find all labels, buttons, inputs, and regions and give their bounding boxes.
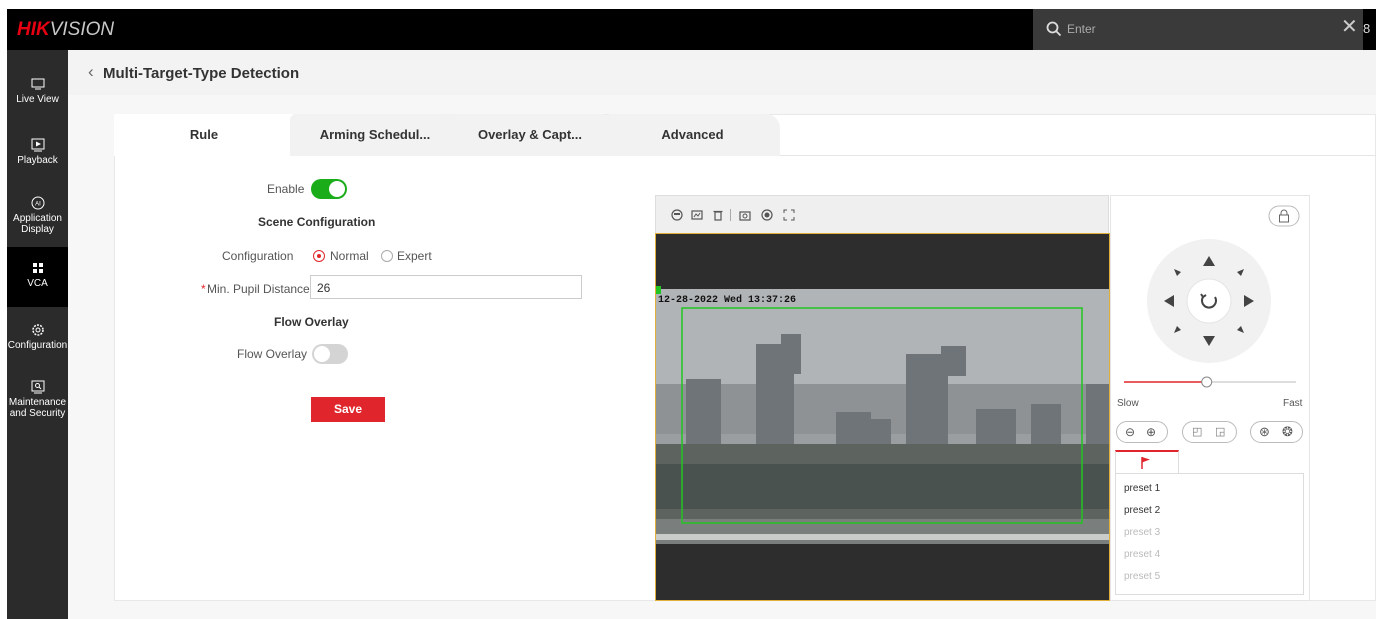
svg-text:AI: AI — [35, 202, 41, 208]
user-icon[interactable]: 8 — [1363, 21, 1370, 36]
live-video[interactable]: 12-28-2022 Wed 13:37:26 — [655, 233, 1110, 601]
focus-button-group: ◰ ◲ — [1182, 421, 1237, 443]
pupil-distance-label: Min. Pupil Distance — [207, 282, 310, 296]
sidebar-item-label-line1: Maintenance — [8, 397, 67, 408]
sidebar-item-label-line2: and Security — [9, 408, 66, 419]
preset-item[interactable]: preset 1 — [1124, 483, 1160, 494]
video-timestamp: 12-28-2022 Wed 13:37:26 — [658, 294, 796, 306]
logo-hik: HIK — [17, 19, 50, 40]
search-box[interactable]: Enter ✕ — [1033, 9, 1363, 50]
app-window: HIKVISION Enter ✕ 8 Live View Playback A… — [0, 0, 1376, 619]
sidebar-item-application-display[interactable]: AI Application Display — [7, 195, 68, 235]
focus-far-icon[interactable]: ◲ — [1215, 425, 1225, 438]
sidebar-item-label-line2: Display — [21, 224, 54, 235]
ptz-joystick[interactable] — [1144, 236, 1274, 366]
back-chevron-icon[interactable]: ‹ — [88, 62, 94, 82]
tab-overlay-capture[interactable]: Overlay & Capt... — [445, 114, 615, 156]
grid-icon — [32, 263, 43, 273]
flow-overlay-toggle[interactable] — [312, 344, 348, 364]
page-header: ‹ Multi-Target-Type Detection — [68, 50, 1376, 95]
iris-open-icon[interactable]: ⊛ — [1259, 424, 1270, 440]
play-icon — [31, 138, 44, 152]
tab-label: Overlay & Capt... — [477, 127, 583, 142]
close-icon[interactable]: ✕ — [1341, 17, 1358, 37]
required-mark: * — [201, 282, 206, 296]
fullscreen-icon[interactable] — [782, 208, 796, 222]
sidebar-item-maintenance[interactable]: Maintenance and Security — [7, 379, 68, 419]
preset-item[interactable]: preset 5 — [1124, 571, 1160, 582]
flow-overlay-title: Flow Overlay — [274, 315, 349, 329]
speed-slow-label: Slow — [1117, 398, 1139, 409]
speed-slider[interactable] — [1124, 375, 1296, 389]
scene-config-title: Scene Configuration — [258, 215, 376, 229]
left-margin — [0, 0, 7, 619]
preset-item[interactable]: preset 2 — [1124, 505, 1160, 516]
search-input[interactable]: Enter — [1067, 22, 1096, 36]
sidebar-item-label: Live View — [16, 94, 59, 105]
zoom-in-icon[interactable]: ⊕ — [1146, 425, 1156, 439]
preset-list: preset 1 preset 2 preset 3 preset 4 pres… — [1115, 473, 1304, 595]
radio-expert[interactable] — [381, 250, 393, 262]
sidebar-item-configuration[interactable]: Configuration — [7, 322, 68, 351]
flag-icon — [1141, 457, 1150, 469]
zoom-out-icon[interactable]: ⊖ — [1125, 425, 1135, 439]
tab-label: Advanced — [661, 127, 724, 142]
lock-button[interactable] — [1268, 205, 1300, 227]
tab-advanced[interactable]: Advanced — [605, 114, 780, 156]
tab-divider — [780, 155, 1376, 156]
tab-label: Rule — [189, 127, 219, 142]
sidebar-item-label: Configuration — [7, 340, 68, 351]
preset-item[interactable]: preset 3 — [1124, 527, 1160, 538]
radio-expert-label: Expert — [397, 249, 432, 263]
sidebar-item-playback[interactable]: Playback — [7, 137, 68, 166]
tab-label: Arming Schedul... — [319, 127, 431, 142]
sidebar-item-label-line1: Application — [13, 213, 62, 224]
zoom-button-group: ⊖ ⊕ — [1116, 421, 1168, 443]
focus-near-icon[interactable]: ◰ — [1192, 425, 1202, 438]
enable-toggle[interactable] — [311, 179, 347, 199]
preset-tab[interactable] — [1115, 450, 1179, 474]
top-bar: HIKVISION Enter ✕ 8 — [7, 9, 1376, 50]
radio-normal-label: Normal — [330, 249, 369, 263]
face-icon[interactable] — [670, 208, 684, 222]
gear-icon — [31, 324, 44, 336]
radio-normal[interactable] — [313, 250, 325, 262]
iris-close-icon[interactable]: ❂ — [1282, 424, 1293, 440]
trash-icon[interactable] — [711, 208, 725, 222]
ai-icon: AI — [31, 196, 44, 210]
toggle-knob — [329, 181, 345, 197]
speed-slider-knob[interactable] — [1201, 376, 1213, 388]
sidebar-item-label: VCA — [27, 278, 48, 289]
iris-button-group: ⊛ ❂ — [1250, 421, 1303, 443]
tab-rule[interactable]: Rule — [114, 114, 294, 156]
toolbar-divider — [730, 209, 731, 221]
toggle-knob — [314, 346, 330, 362]
search-icon — [1046, 21, 1062, 37]
preset-item[interactable]: preset 4 — [1124, 549, 1160, 560]
pupil-distance-input[interactable]: 26 — [310, 275, 582, 299]
monitor-icon — [31, 78, 44, 90]
configuration-label: Configuration — [222, 249, 294, 263]
maintenance-icon — [31, 380, 44, 394]
sidebar-item-label: Playback — [17, 155, 58, 166]
hikvision-logo: HIKVISION — [17, 19, 114, 41]
enable-label: Enable — [267, 182, 305, 196]
page-title: Multi-Target-Type Detection — [103, 65, 300, 82]
video-frame: 12-28-2022 Wed 13:37:26 — [656, 286, 1109, 544]
flow-overlay-label: Flow Overlay — [237, 347, 308, 361]
sidebar: Live View Playback AI Application Displa… — [7, 50, 68, 619]
record-icon[interactable] — [760, 208, 774, 222]
sidebar-item-vca[interactable]: VCA — [7, 247, 68, 307]
sidebar-item-live-view[interactable]: Live View — [7, 76, 68, 105]
save-button[interactable]: Save — [311, 397, 385, 422]
logo-vision: VISION — [49, 19, 115, 40]
speed-fast-label: Fast — [1283, 398, 1303, 409]
tab-arming-schedule[interactable]: Arming Schedul... — [290, 114, 460, 156]
image-icon[interactable] — [690, 208, 704, 222]
snapshot-icon[interactable] — [738, 208, 752, 222]
